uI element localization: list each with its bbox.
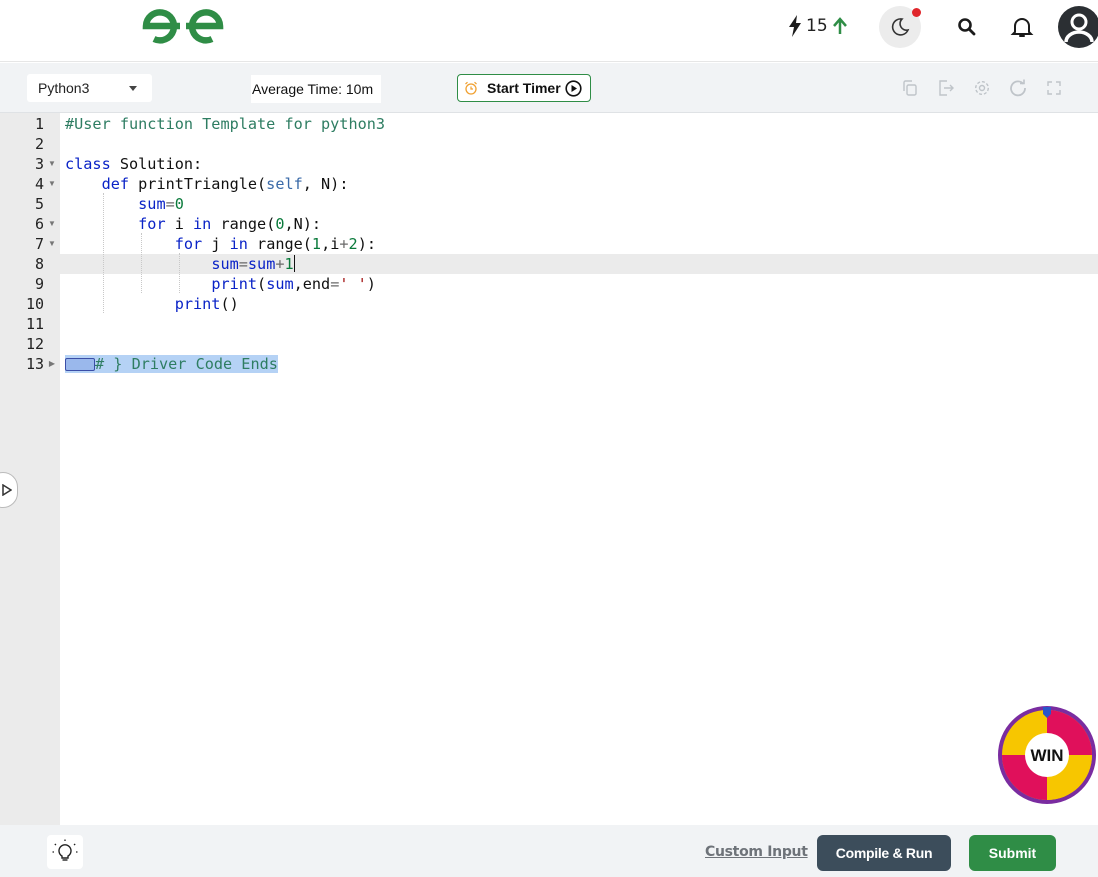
code-line: 8 sum=sum+1 [0,254,1098,274]
custom-input-link[interactable]: Custom Input [705,844,808,860]
streak-count: 15 [806,16,828,36]
code-line: 11 [0,314,1098,334]
line-number: 8 [34,255,44,273]
code-line: 10 print() [0,294,1098,314]
settings-icon[interactable] [971,77,993,99]
code-line: 13 ▶ # } Driver Code Ends [0,354,1098,374]
notifications-button[interactable] [1001,6,1043,48]
editor-lines: 1 #User function Template for python3 2 … [0,113,1098,393]
code-line: 5 sum=0 [0,194,1098,214]
bell-icon [1010,18,1034,37]
code-text: # } Driver Code Ends [65,354,278,374]
fold-toggle-icon[interactable]: ▼ [47,174,57,194]
code-text: print(sum,end=' ') [211,275,376,293]
line-number: 1 [34,115,44,133]
editor-footer: Custom Input Compile & Run Submit [0,825,1098,877]
user-avatar[interactable] [1058,6,1098,48]
line-number: 4 [34,175,44,193]
folded-code-widget[interactable] [65,358,95,371]
code-line: 9 print(sum,end=' ') [0,274,1098,294]
code-line: 4 ▼ def printTriangle(self, N): [0,174,1098,194]
lightning-icon [789,15,801,37]
code-line: 7 ▼ for j in range(1,i+2): [0,234,1098,254]
line-number: 7 [34,235,44,253]
code-line: 12 [0,334,1098,354]
line-number: 3 [34,155,44,173]
theme-toggle-button[interactable] [879,6,921,48]
submit-button[interactable]: Submit [969,835,1056,871]
editor-actions [899,77,1065,99]
line-number: 11 [25,315,44,333]
copy-icon[interactable] [899,77,921,99]
search-button[interactable] [946,6,988,48]
text-cursor [293,255,295,272]
fold-toggle-icon[interactable]: ▼ [47,234,57,254]
language-select-value: Python3 [38,80,90,96]
streak-counter[interactable]: 15 [788,13,848,39]
language-select[interactable]: Python3 [27,74,152,102]
top-header: 15 [0,0,1098,62]
moon-icon [891,18,910,36]
line-number: 9 [34,275,44,293]
line-number: 2 [34,135,44,153]
user-icon [1064,13,1094,43]
start-timer-label: Start Timer [487,80,561,96]
spin-win-wheel[interactable]: WIN [996,704,1098,806]
notification-dot [912,8,921,17]
alarm-clock-icon [465,81,477,95]
line-number: 6 [34,215,44,233]
code-text: for i in range(0,N): [138,215,322,233]
line-number: 5 [34,195,44,213]
line-number: 13 [25,355,44,373]
caret-down-icon [129,86,137,91]
gfg-logo[interactable] [140,4,226,48]
fullscreen-icon[interactable] [1043,77,1065,99]
code-line: 2 [0,134,1098,154]
code-text: sum=sum+1 [211,255,295,273]
code-text: def printTriangle(self, N): [101,175,349,193]
hint-button[interactable] [47,835,83,869]
average-time-label: Average Time: 10m [251,75,381,103]
play-circle-icon [565,79,582,97]
compile-run-button[interactable]: Compile & Run [817,835,951,871]
fold-toggle-icon[interactable]: ▼ [47,214,57,234]
reset-icon[interactable] [1007,77,1029,99]
search-icon [958,18,976,36]
line-number: 10 [25,295,44,313]
code-line: 3 ▼ class Solution: [0,154,1098,174]
wheel-graphic: WIN [998,706,1096,804]
fold-expand-icon[interactable]: ▶ [47,354,57,374]
line-number: 12 [25,335,44,353]
fold-toggle-icon[interactable]: ▼ [47,154,57,174]
code-text: sum=0 [138,195,184,213]
editor-toolbar: Python3 Average Time: 10m Start Timer [0,63,1098,113]
code-line: 6 ▼ for i in range(0,N): [0,214,1098,234]
code-text: for j in range(1,i+2): [174,235,376,253]
arrow-up-icon [832,17,847,34]
code-text: print() [174,295,239,313]
code-text: class Solution: [65,155,203,173]
code-text: #User function Template for python3 [65,115,386,133]
lightbulb-icon [52,839,78,861]
win-label: WIN [1030,746,1063,765]
play-arrow-icon [2,484,12,496]
code-line: 1 #User function Template for python3 [0,114,1098,134]
exit-icon[interactable] [935,77,957,99]
start-timer-button[interactable]: Start Timer [457,74,591,102]
